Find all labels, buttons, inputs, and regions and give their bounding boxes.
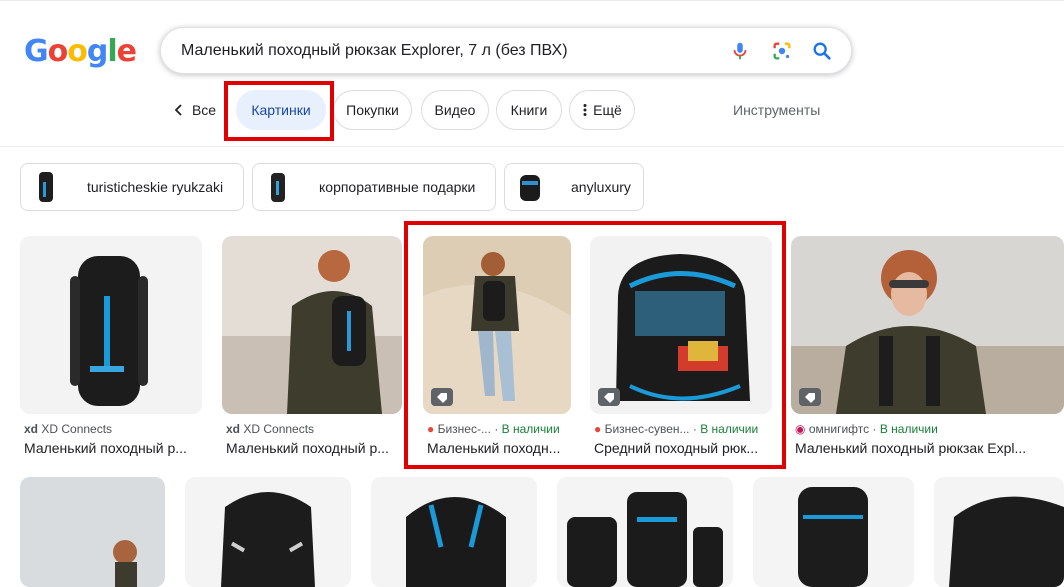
result-source: xd XD Connects xyxy=(226,422,402,436)
tab-shopping[interactable]: Покупки xyxy=(333,90,412,130)
related-chip[interactable]: корпоративные подарки xyxy=(252,163,496,211)
source-prefix: xd xyxy=(226,422,241,436)
stock-status: В наличии xyxy=(879,422,938,436)
result-image[interactable] xyxy=(222,236,402,414)
google-lens-icon[interactable] xyxy=(771,40,793,62)
highlight-box-results xyxy=(404,221,786,469)
source-name: XD Connects xyxy=(41,422,113,436)
search-query[interactable]: Маленький походный рюкзак Explorer, 7 л … xyxy=(181,42,568,60)
result-title[interactable]: Маленький походный р... xyxy=(226,440,402,456)
tab-video[interactable]: Видео xyxy=(421,90,489,130)
source-prefix: xd xyxy=(24,422,39,436)
chip-label: корпоративные подарки xyxy=(319,179,476,195)
tab-all[interactable]: Все xyxy=(166,90,222,130)
backpack-thumbnail xyxy=(29,167,63,207)
search-icon[interactable] xyxy=(811,40,833,62)
result-image[interactable] xyxy=(934,477,1064,587)
related-chip[interactable]: anyluxury xyxy=(504,163,644,211)
chip-label: anyluxury xyxy=(571,179,631,195)
mic-icon[interactable] xyxy=(729,40,751,62)
top-divider xyxy=(0,0,1064,3)
price-tag-icon xyxy=(799,388,821,406)
tab-video-label: Видео xyxy=(434,102,476,118)
tab-books-label: Книги xyxy=(510,102,548,118)
tab-books[interactable]: Книги xyxy=(496,90,562,130)
result-image[interactable] xyxy=(185,477,351,587)
result-title[interactable]: Маленький походный рюкзак Expl... xyxy=(795,440,1064,456)
tab-all-label: Все xyxy=(191,102,217,118)
result-image[interactable] xyxy=(753,477,914,587)
backpack-thumbnail xyxy=(513,167,547,207)
tools-button[interactable]: Инструменты xyxy=(733,102,820,118)
google-logo[interactable]: Google xyxy=(24,34,137,69)
result-title[interactable]: Маленький походный р... xyxy=(24,440,202,456)
header-divider xyxy=(0,146,1064,147)
favicon-icon: ◉ xyxy=(795,422,806,436)
more-vert-icon xyxy=(583,104,587,116)
chevron-left-icon xyxy=(174,104,182,116)
source-name: XD Connects xyxy=(243,422,315,436)
tab-more-label: Ещё xyxy=(593,102,622,118)
result-image[interactable] xyxy=(20,477,165,587)
result-source: xd XD Connects xyxy=(24,422,202,436)
search-tabs: Все Картинки Покупки Видео Книги Ещё Инс… xyxy=(0,90,1064,132)
source-separator: · xyxy=(869,422,880,436)
result-image[interactable] xyxy=(371,477,537,587)
search-box[interactable]: Маленький походный рюкзак Explorer, 7 л … xyxy=(160,27,852,74)
related-chip[interactable]: turisticheskie ryukzaki xyxy=(20,163,244,211)
source-name: омнигифтс xyxy=(808,422,870,436)
result-image[interactable] xyxy=(791,236,1064,414)
result-image[interactable] xyxy=(20,236,202,414)
chip-label: turisticheskie ryukzaki xyxy=(87,179,224,195)
tab-shopping-label: Покупки xyxy=(346,102,399,118)
result-image[interactable] xyxy=(557,477,733,587)
tab-more[interactable]: Ещё xyxy=(569,90,635,130)
backpack-thumbnail xyxy=(261,167,295,207)
result-source: ◉ омнигифтс · В наличии xyxy=(795,422,1064,436)
highlight-box-images-tab xyxy=(224,81,334,141)
